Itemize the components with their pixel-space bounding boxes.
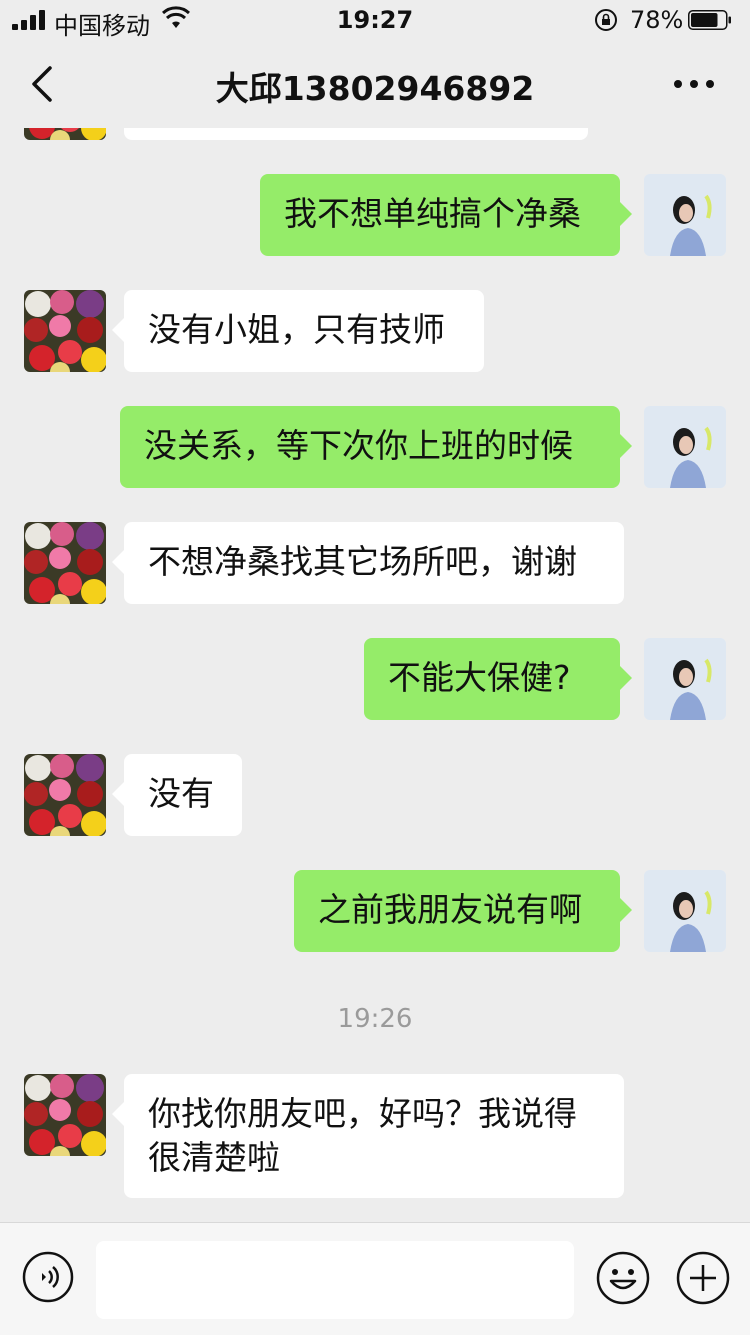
- contact-avatar[interactable]: [24, 1074, 106, 1156]
- nav-bar: 大邱13802946892: [0, 40, 750, 128]
- my-avatar[interactable]: [644, 174, 726, 256]
- rotation-lock-icon: [595, 9, 617, 31]
- incoming-message: 不想净桑找其它场所吧，谢谢: [112, 522, 624, 604]
- contact-avatar[interactable]: [24, 290, 106, 372]
- voice-icon[interactable]: [22, 1251, 74, 1303]
- chat-area: 我不想单纯搞个净桑 没有小姐，只有技师 没关系，等下次你上班的时候 不想净桑找其…: [0, 128, 750, 1222]
- outgoing-message: 我不想单纯搞个净桑: [260, 174, 632, 256]
- incoming-message: 没有: [112, 754, 242, 836]
- incoming-message-partial: [124, 128, 588, 140]
- battery-percent: 78%: [630, 6, 684, 34]
- outgoing-message: 没关系，等下次你上班的时候: [120, 406, 632, 488]
- emoji-icon[interactable]: [596, 1251, 650, 1305]
- message-input[interactable]: [96, 1241, 574, 1319]
- message-timestamp: 19:26: [337, 1004, 413, 1034]
- my-avatar[interactable]: [644, 638, 726, 720]
- input-bar: [0, 1222, 750, 1335]
- plus-icon[interactable]: [676, 1251, 730, 1305]
- outgoing-message: 不能大保健?: [364, 638, 632, 720]
- outgoing-message: 之前我朋友说有啊: [294, 870, 632, 952]
- more-dots-icon[interactable]: [668, 70, 720, 98]
- contact-avatar[interactable]: [24, 522, 106, 604]
- contact-avatar[interactable]: [24, 754, 106, 836]
- my-avatar[interactable]: [644, 870, 726, 952]
- status-bar: 中国移动 19:27 78%: [0, 0, 750, 40]
- chat-title: 大邱13802946892: [215, 69, 535, 108]
- contact-avatar[interactable]: [24, 128, 106, 140]
- battery-icon: [688, 10, 731, 30]
- incoming-message: 没有小姐，只有技师: [112, 290, 484, 372]
- my-avatar[interactable]: [644, 406, 726, 488]
- incoming-message: 你找你朋友吧，好吗？我说得很清楚啦: [112, 1074, 624, 1198]
